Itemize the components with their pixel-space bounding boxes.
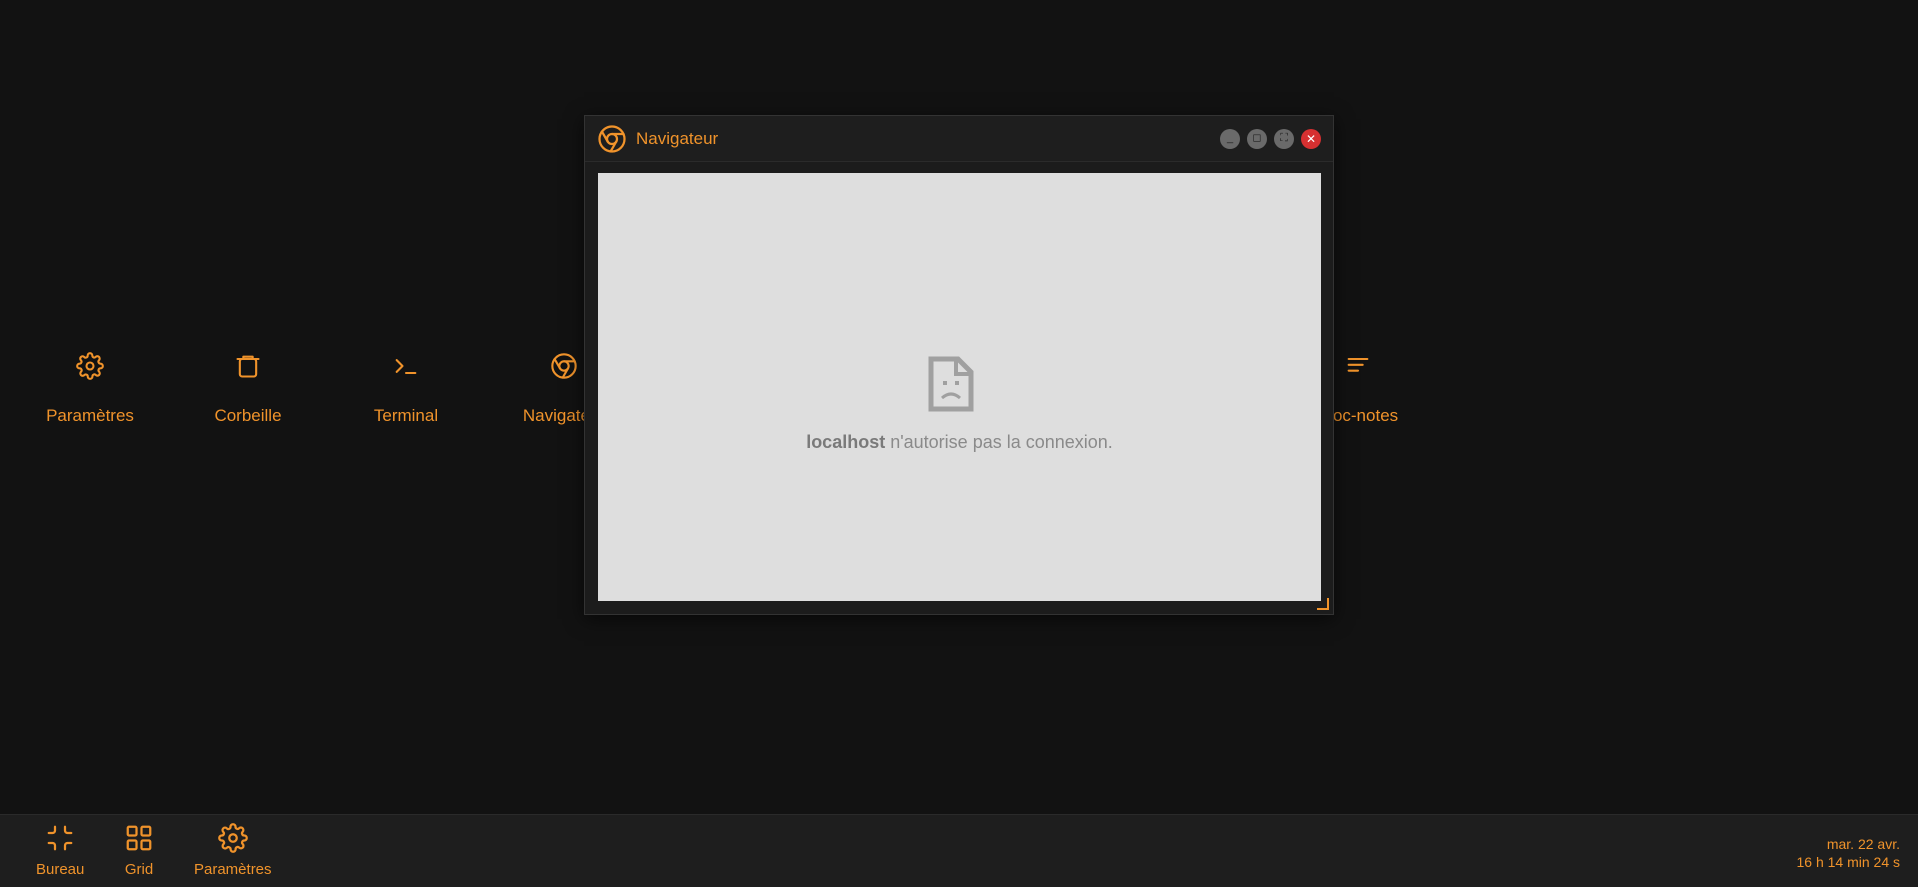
desktop-icon-label: Corbeille bbox=[214, 406, 282, 425]
desktop-icon-label: Paramètres bbox=[46, 406, 134, 425]
browser-icon bbox=[548, 342, 580, 390]
taskbar-item-label: Grid bbox=[124, 861, 154, 878]
desktop: Paramètres Corbeille Terminal Navigateur… bbox=[0, 0, 1918, 814]
taskbar-item-label: Bureau bbox=[36, 861, 85, 878]
taskbar-item-label: Paramètres bbox=[194, 861, 272, 878]
browser-icon bbox=[597, 124, 627, 154]
taskbar: Bureau Grid Paramètres mar. 22 avr. 16 h… bbox=[0, 814, 1918, 887]
clock-time: 16 h 14 min 24 s bbox=[1796, 854, 1900, 870]
grid-icon bbox=[122, 821, 156, 855]
terminal-icon bbox=[390, 342, 422, 390]
taskbar-item-parametres[interactable]: Paramètres bbox=[194, 821, 272, 878]
taskbar-clock[interactable]: mar. 22 avr. 16 h 14 min 24 s bbox=[1796, 835, 1900, 871]
close-button[interactable]: ✕ bbox=[1301, 128, 1321, 149]
desktop-icon-label: Terminal bbox=[373, 406, 439, 425]
desktop-icon-corbeille[interactable]: Corbeille bbox=[178, 342, 318, 426]
maximize-button[interactable]: ⛶ bbox=[1274, 128, 1294, 149]
resize-handle[interactable] bbox=[1317, 598, 1329, 610]
error-text: n'autorise pas la connexion. bbox=[885, 432, 1113, 452]
gear-icon bbox=[74, 342, 106, 390]
notes-icon bbox=[1342, 342, 1374, 390]
collapse-icon bbox=[43, 821, 77, 855]
minimize-button[interactable]: _ bbox=[1220, 128, 1240, 149]
sad-document-icon bbox=[928, 356, 974, 412]
trash-icon bbox=[232, 342, 264, 390]
desktop-icon-parametres[interactable]: Paramètres bbox=[20, 342, 160, 426]
taskbar-item-bureau[interactable]: Bureau bbox=[36, 821, 84, 878]
taskbar-item-grid[interactable]: Grid bbox=[122, 821, 156, 878]
browser-content[interactable]: localhost n'autorise pas la connexion. bbox=[598, 173, 1321, 601]
restore-button[interactable]: ◻ bbox=[1247, 128, 1267, 149]
browser-window[interactable]: Navigateur _ ◻ ⛶ ✕ localhost n'autorise … bbox=[584, 115, 1334, 615]
error-host: localhost bbox=[806, 432, 886, 452]
gear-icon bbox=[216, 821, 250, 855]
window-controls: _ ◻ ⛶ ✕ bbox=[1220, 128, 1321, 149]
clock-date: mar. 22 avr. bbox=[1826, 836, 1900, 852]
error-message: localhost n'autorise pas la connexion. bbox=[598, 432, 1321, 453]
window-titlebar[interactable]: Navigateur _ ◻ ⛶ ✕ bbox=[585, 116, 1333, 162]
window-title: Navigateur bbox=[636, 128, 719, 148]
desktop-icon-terminal[interactable]: Terminal bbox=[336, 342, 476, 426]
